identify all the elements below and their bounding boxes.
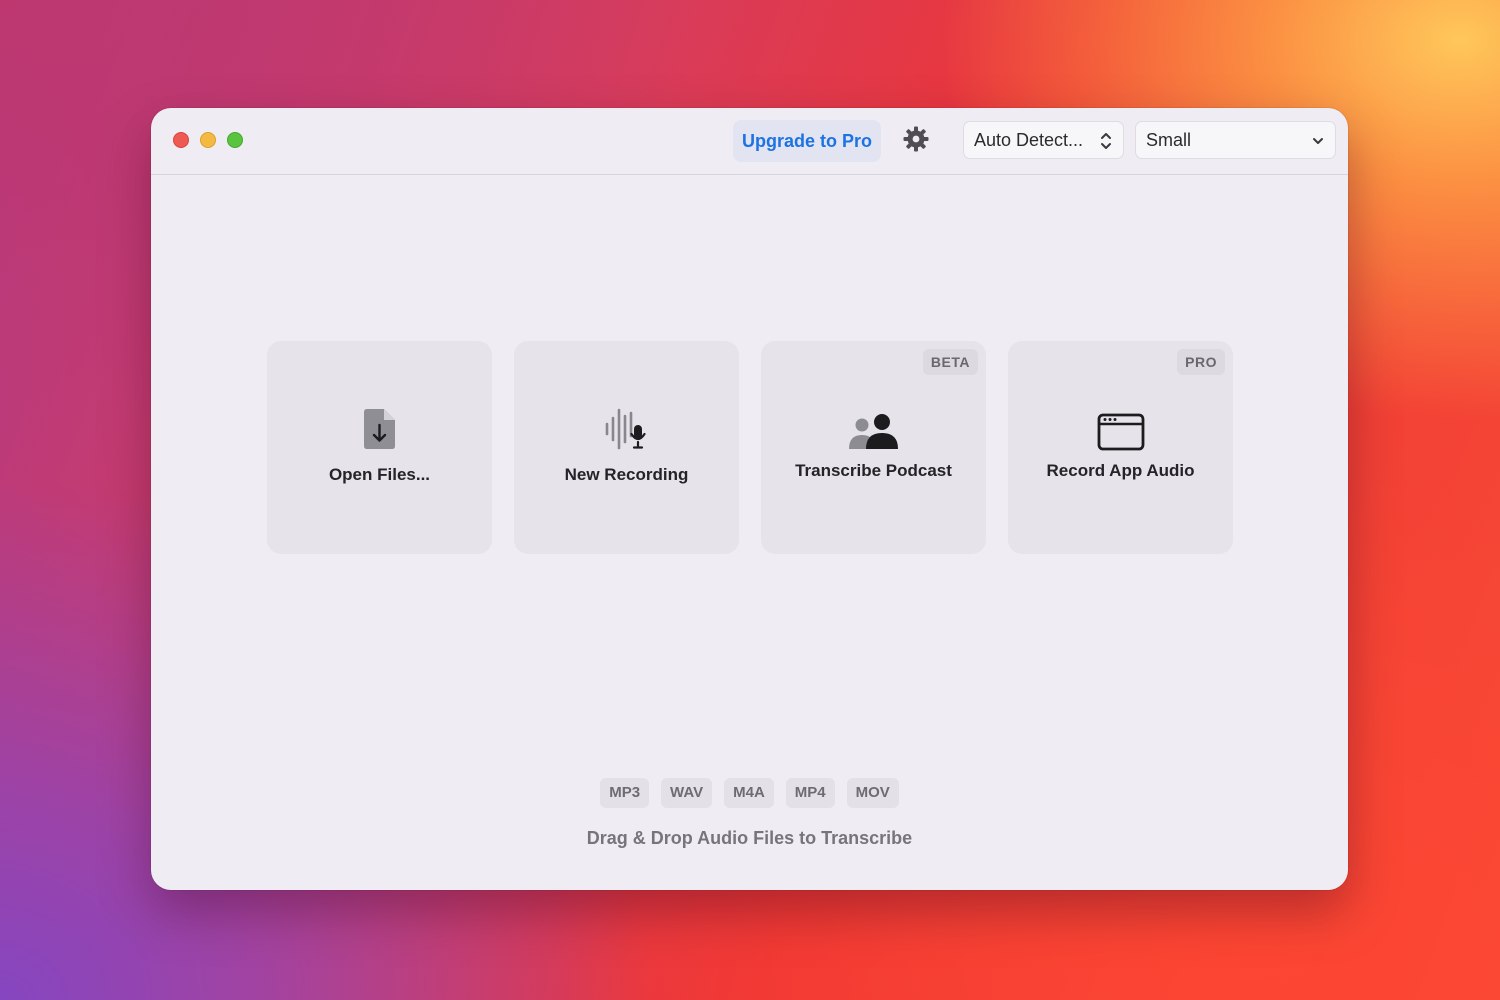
minimize-window-button[interactable]	[200, 132, 216, 148]
app-window-icon	[1097, 413, 1144, 451]
up-down-chevron-icon	[1101, 133, 1111, 149]
language-select[interactable]: Auto Detect...	[963, 121, 1124, 159]
document-download-icon	[363, 409, 395, 449]
supported-formats: MP3 WAV M4A MP4 MOV	[151, 778, 1348, 808]
title-bar: Upgrade to Pro Auto Detect... Small	[151, 108, 1348, 175]
pro-badge: PRO	[1177, 349, 1225, 375]
format-badge: MP3	[600, 778, 650, 808]
drop-hint: Drag & Drop Audio Files to Transcribe	[586, 828, 913, 848]
model-select-value: Small	[1146, 130, 1192, 150]
close-window-button[interactable]	[173, 132, 189, 148]
beta-badge: BETA	[922, 349, 978, 375]
new-recording-card[interactable]: New Recording	[514, 341, 739, 554]
upgrade-to-pro-button[interactable]: Upgrade to Pro	[733, 120, 881, 162]
language-select-value: Auto Detect...	[974, 130, 1084, 150]
format-badge: WAV	[661, 778, 713, 808]
app-window: Upgrade to Pro Auto Detect... Small Open…	[151, 108, 1348, 890]
format-badge: MOV	[846, 778, 899, 808]
people-icon	[848, 414, 898, 449]
format-badge: MP4	[785, 778, 835, 808]
new-recording-label: New Recording	[564, 465, 689, 484]
waveform-mic-icon	[605, 408, 646, 450]
record-app-audio-label: Record App Audio	[1046, 461, 1195, 480]
transcribe-podcast-label: Transcribe Podcast	[795, 461, 952, 480]
open-files-card[interactable]: Open Files...	[267, 341, 492, 554]
chevron-down-icon	[1313, 138, 1323, 144]
model-select[interactable]: Small	[1135, 121, 1336, 159]
gear-icon[interactable]	[903, 126, 929, 152]
open-files-label: Open Files...	[328, 465, 431, 484]
transcribe-podcast-card[interactable]: BETA Transcribe Podcast	[761, 341, 986, 554]
format-badge: M4A	[724, 778, 774, 808]
maximize-window-button[interactable]	[227, 132, 243, 148]
record-app-audio-card[interactable]: PRO Record App Audio	[1008, 341, 1233, 554]
